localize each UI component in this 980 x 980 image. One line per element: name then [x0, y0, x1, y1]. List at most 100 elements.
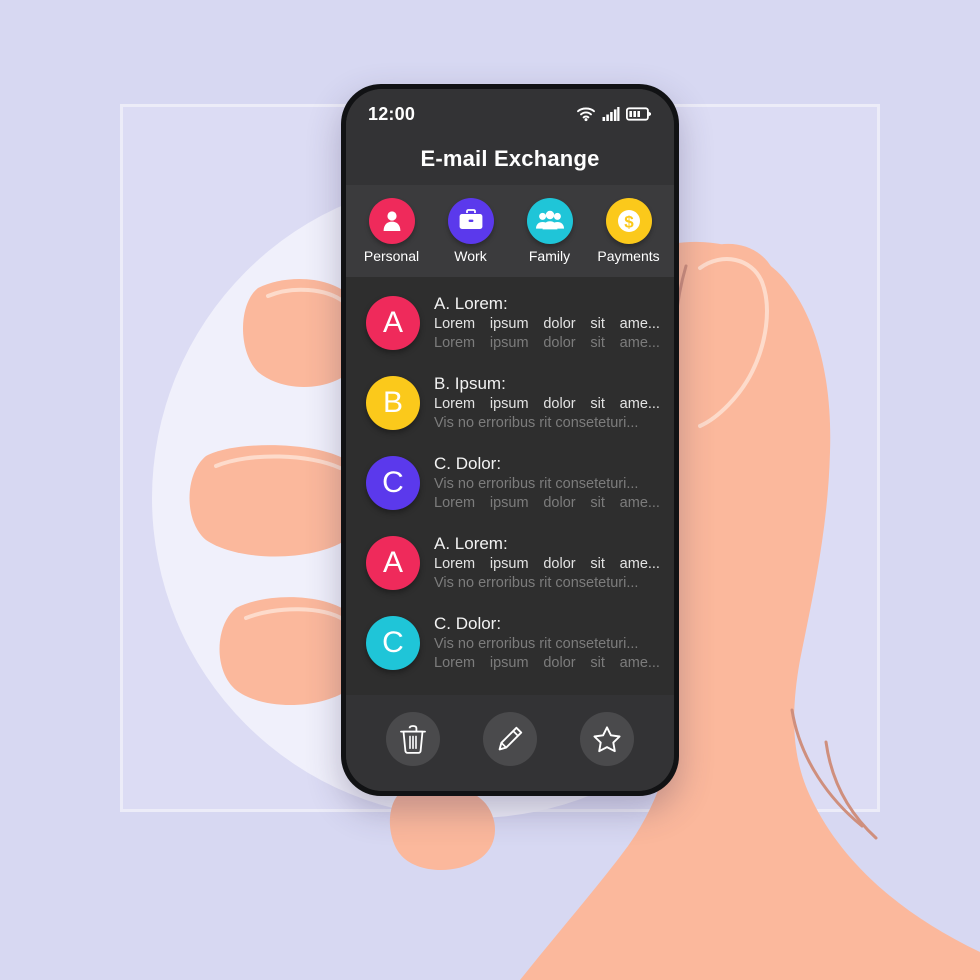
preview-word: Lorem [434, 316, 476, 333]
category-tab-family[interactable]: Family [513, 198, 587, 264]
dollar-icon: $ [617, 210, 640, 232]
avatar-letter: C [382, 466, 404, 499]
list-item[interactable]: A A. Lorem: Lorem ipsum dolor sit ame...… [346, 283, 674, 363]
action-bar [346, 695, 674, 791]
category-label: Family [528, 248, 571, 264]
preview-word: ipsum [489, 494, 529, 511]
preview-word: sit [590, 334, 605, 351]
work-icon-badge [447, 198, 494, 244]
list-item[interactable]: B B. Ipsum: Lorem ipsum dolor sit ame...… [346, 363, 674, 443]
family-icon-badge [526, 198, 573, 244]
star-icon [593, 726, 621, 753]
category-tab-payments[interactable]: $ Payments [592, 198, 666, 264]
preview-word: ipsum [489, 334, 529, 351]
avatar: A [366, 536, 420, 590]
delete-button[interactable] [385, 712, 440, 766]
email-summary: B. Ipsum: Lorem ipsum dolor sit ame... V… [434, 373, 660, 432]
preview-word: sit [590, 494, 605, 511]
status-bar-clock: 12:00 [368, 103, 416, 124]
email-preview-line-2: Lorem ipsum dolor sit ame... [434, 334, 660, 353]
category-tab-personal[interactable]: Personal [355, 198, 429, 264]
illustration-scene: 12:00 E-mail Exchange Personal Work Fami… [0, 0, 980, 980]
phone-screen: 12:00 E-mail Exchange Personal Work Fami… [346, 89, 674, 791]
email-summary: C. Dolor: Vis no erroribus rit consetetu… [434, 453, 660, 512]
svg-text:$: $ [624, 213, 634, 232]
preview-word: ame... [619, 654, 660, 671]
preview-word: Lorem [434, 654, 476, 671]
preview-word: ipsum [489, 396, 529, 413]
category-tab-bar: Personal Work Family $ Payments [346, 185, 674, 277]
preview-word: sit [590, 654, 605, 671]
preview-word: dolor [543, 396, 576, 413]
list-item[interactable]: A A. Lorem: Lorem ipsum dolor sit ame...… [346, 523, 674, 603]
preview-word: sit [590, 396, 605, 413]
pencil-icon [498, 726, 523, 751]
personal-icon-badge [368, 198, 415, 244]
battery-icon [626, 107, 651, 121]
email-summary: C. Dolor: Vis no erroribus rit consetetu… [434, 613, 660, 672]
category-label: Personal [363, 248, 420, 264]
cellular-signal-icon [602, 107, 620, 121]
status-bar-icons [576, 106, 652, 122]
preview-word: dolor [543, 316, 576, 333]
email-preview-line-1: Vis no erroribus rit conseteturi... [434, 476, 639, 493]
preview-word: ame... [619, 556, 660, 573]
email-preview-line-1: Lorem ipsum dolor sit ame... [434, 315, 660, 334]
avatar: A [366, 296, 420, 350]
preview-word: dolor [543, 556, 576, 573]
avatar-letter: A [382, 546, 403, 579]
palm-crease-2 [824, 740, 878, 840]
avatar-letter: A [382, 306, 403, 339]
list-item[interactable]: C C. Dolor: Vis no erroribus rit consete… [346, 443, 674, 523]
category-label: Work [454, 248, 487, 264]
favorite-button[interactable] [580, 712, 635, 766]
category-label: Payments [597, 248, 660, 264]
avatar: B [366, 376, 420, 430]
email-summary: A. Lorem: Lorem ipsum dolor sit ame... V… [434, 533, 660, 592]
preview-word: sit [590, 556, 605, 573]
email-preview-line-1: Lorem ipsum dolor sit ame... [434, 555, 660, 574]
email-preview-line-2: Lorem ipsum dolor sit ame... [434, 654, 660, 673]
wifi-icon [577, 107, 595, 122]
preview-word: Lorem [434, 396, 476, 413]
email-preview-line-2: Vis no erroribus rit conseteturi... [434, 574, 639, 591]
category-tab-work[interactable]: Work [434, 198, 508, 264]
smartphone-device: 12:00 E-mail Exchange Personal Work Fami… [341, 84, 679, 796]
email-list[interactable]: A A. Lorem: Lorem ipsum dolor sit ame...… [346, 277, 674, 695]
preview-word: ame... [619, 396, 660, 413]
email-sender: C. Dolor: [434, 614, 502, 634]
preview-word: Lorem [434, 494, 476, 511]
compose-button[interactable] [482, 712, 537, 766]
preview-word: Lorem [434, 556, 476, 573]
page-title: E-mail Exchange [420, 146, 600, 171]
person-icon [383, 211, 400, 231]
group-icon [535, 210, 564, 230]
preview-word: ame... [619, 494, 660, 511]
email-sender: C. Dolor: [434, 454, 502, 474]
preview-word: ame... [619, 316, 660, 333]
app-header: E-mail Exchange [346, 133, 674, 185]
avatar: C [366, 616, 420, 670]
preview-word: ipsum [489, 654, 529, 671]
email-preview-line-1: Vis no erroribus rit conseteturi... [434, 636, 639, 653]
preview-word: ipsum [489, 556, 529, 573]
avatar: C [366, 456, 420, 510]
preview-word: ame... [619, 334, 660, 351]
avatar-letter: B [382, 386, 403, 419]
preview-word: dolor [543, 654, 576, 671]
avatar-letter: C [382, 626, 404, 659]
briefcase-icon [459, 209, 482, 229]
finger-pinky [389, 784, 496, 871]
email-preview-line-2: Vis no erroribus rit conseteturi... [434, 414, 639, 431]
payments-icon-badge: $ [605, 198, 652, 244]
email-sender: B. Ipsum: [434, 374, 506, 394]
preview-word: dolor [543, 494, 576, 511]
email-sender: A. Lorem: [434, 534, 508, 554]
preview-word: ipsum [489, 316, 529, 333]
trash-icon [399, 725, 426, 754]
status-bar: 12:00 [346, 89, 674, 133]
email-preview-line-1: Lorem ipsum dolor sit ame... [434, 395, 660, 414]
list-item[interactable]: C C. Dolor: Vis no erroribus rit consete… [346, 603, 674, 683]
email-sender: A. Lorem: [434, 294, 508, 314]
preview-word: Lorem [434, 334, 476, 351]
